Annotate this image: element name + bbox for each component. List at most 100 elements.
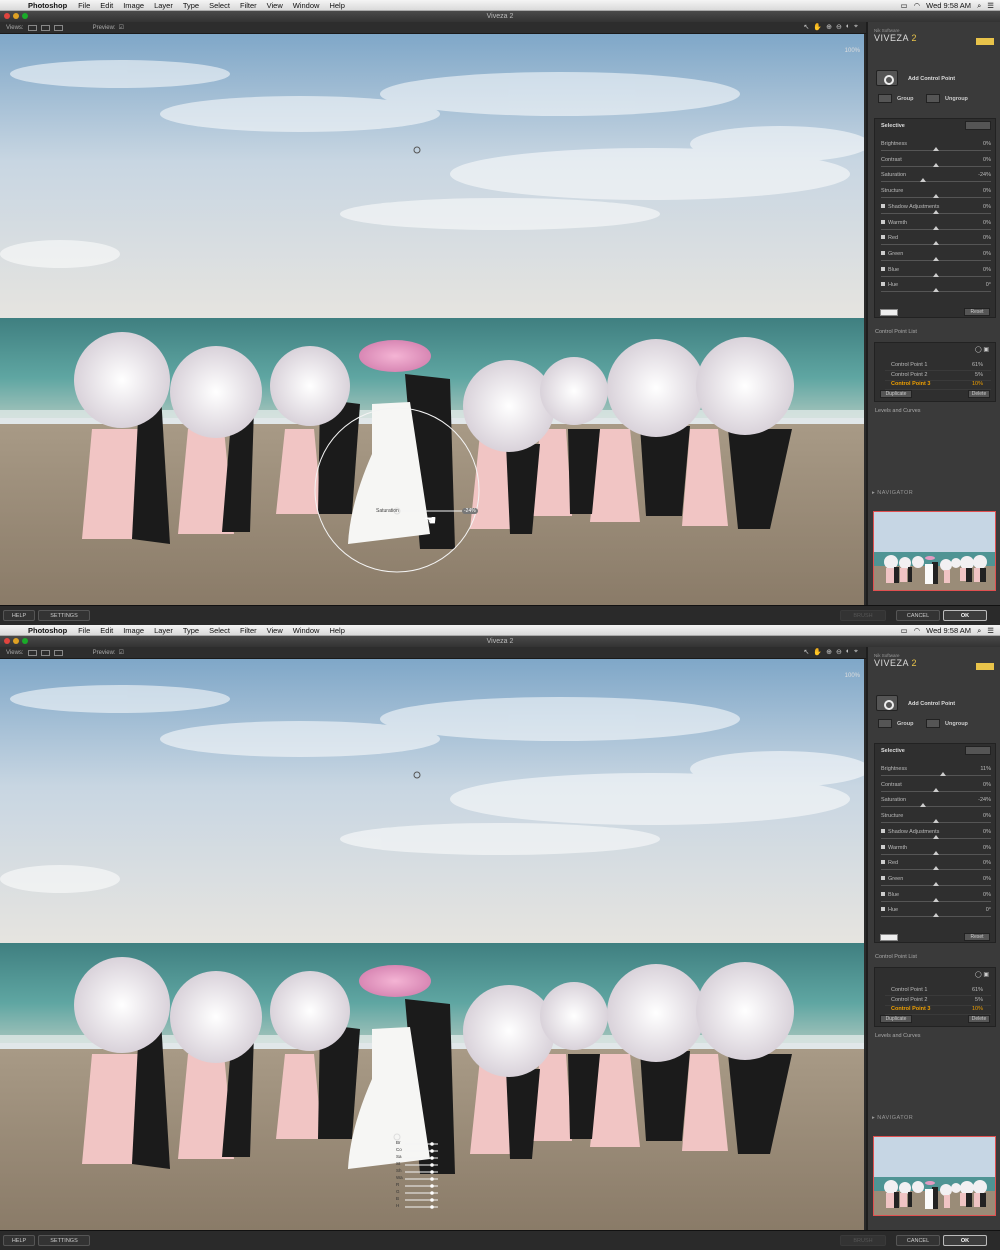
color-swatch[interactable] <box>880 934 898 941</box>
pointer-tool-icon[interactable]: ↖ <box>803 23 809 31</box>
single-view-icon[interactable] <box>27 24 37 31</box>
slider-thumb[interactable] <box>939 772 946 776</box>
slider-thumb[interactable] <box>933 162 939 167</box>
menu-file[interactable]: File <box>78 626 90 635</box>
slider-checkbox[interactable] <box>881 235 885 240</box>
slider-thumb[interactable] <box>933 209 939 214</box>
menu-window[interactable]: Window <box>293 1 320 10</box>
slider-thumb[interactable] <box>933 272 939 277</box>
control-point-row[interactable]: Control Point 2 5% <box>885 372 991 381</box>
loupe-icon[interactable]: ⌖ <box>854 648 858 656</box>
image-canvas[interactable]: 100% <box>0 659 864 1230</box>
selective-toggle[interactable] <box>965 746 991 755</box>
brush-button[interactable]: BRUSH <box>840 1235 886 1246</box>
slider-warmth[interactable]: Warmth 0% <box>881 844 991 861</box>
slider-checkbox[interactable] <box>881 844 885 849</box>
zoom-in-icon[interactable]: ⊕ <box>826 23 832 31</box>
menu-view[interactable]: View <box>267 626 283 635</box>
duplicate-button[interactable]: Duplicate <box>880 1015 912 1023</box>
slider-blue[interactable]: Blue 0% <box>881 266 991 283</box>
menu-edit[interactable]: Edit <box>100 626 113 635</box>
ungroup-button[interactable]: Ungroup <box>926 94 968 103</box>
menu-view[interactable]: View <box>267 1 283 10</box>
slider-hue[interactable]: Hue 0° <box>881 282 991 298</box>
group-button[interactable]: Group <box>878 719 914 728</box>
control-point-row[interactable]: Control Point 3 10% <box>885 381 991 390</box>
slider-checkbox[interactable] <box>881 282 885 287</box>
split-view-icon[interactable] <box>40 24 50 31</box>
wifi-icon[interactable]: ◠ <box>914 626 921 635</box>
menu-app-name[interactable]: Photoshop <box>28 1 67 10</box>
add-control-point-label[interactable]: Add Control Point <box>908 76 955 82</box>
zoom-window-icon[interactable] <box>22 13 28 19</box>
slider-structure[interactable]: Structure 0% <box>881 188 991 204</box>
slider-contrast[interactable]: Contrast 0% <box>881 782 991 798</box>
control-point-row[interactable]: Control Point 3 10% <box>885 1006 991 1015</box>
slider-saturation[interactable]: Saturation -24% <box>881 797 991 813</box>
slider-red[interactable]: Red 0% <box>881 235 991 251</box>
close-window-icon[interactable] <box>4 638 10 644</box>
slider-checkbox[interactable] <box>881 250 885 255</box>
menu-image[interactable]: Image <box>123 626 144 635</box>
add-control-point-button[interactable] <box>876 695 898 711</box>
menu-help[interactable]: Help <box>329 1 344 10</box>
ok-button[interactable]: OK <box>943 610 987 621</box>
menu-window[interactable]: Window <box>293 626 320 635</box>
image-canvas[interactable]: 100% <box>0 34 864 605</box>
slider-thumb[interactable] <box>933 194 939 199</box>
control-point-row[interactable]: Control Point 1 61% <box>885 362 991 371</box>
spotlight-icon[interactable]: ⌕ <box>977 626 981 636</box>
slider-thumb[interactable] <box>933 256 939 261</box>
selective-toggle[interactable] <box>965 121 991 130</box>
wifi-icon[interactable]: ◠ <box>914 1 921 10</box>
slider-thumb[interactable] <box>933 288 939 293</box>
slider-checkbox[interactable] <box>881 203 885 208</box>
slider-thumb[interactable] <box>933 834 939 839</box>
battery-icon[interactable]: ▭ <box>901 626 908 635</box>
ungroup-button[interactable]: Ungroup <box>926 719 968 728</box>
navigator-title[interactable]: ▸ NAVIGATOR <box>872 490 913 496</box>
menu-filter[interactable]: Filter <box>240 626 257 635</box>
menu-edit[interactable]: Edit <box>100 1 113 10</box>
slider-hue[interactable]: Hue 0° <box>881 907 991 923</box>
slider-checkbox[interactable] <box>881 860 885 865</box>
color-swatch[interactable] <box>880 309 898 316</box>
group-button[interactable]: Group <box>878 94 914 103</box>
loupe-icon[interactable]: ⌖ <box>854 23 858 31</box>
slider-track[interactable] <box>881 806 991 808</box>
single-view-icon[interactable] <box>27 649 37 656</box>
background-icon[interactable]: ◐ <box>846 23 850 31</box>
slider-checkbox[interactable] <box>881 907 885 912</box>
slider-thumb[interactable] <box>933 147 939 151</box>
side-by-side-icon[interactable] <box>53 24 63 31</box>
menu-type[interactable]: Type <box>183 1 199 10</box>
slider-thumb[interactable] <box>933 866 939 871</box>
control-point-list-title[interactable]: Control Point List <box>875 329 917 335</box>
menu-layer[interactable]: Layer <box>154 1 173 10</box>
overlay-slider-value[interactable]: -24% <box>462 508 478 514</box>
help-button[interactable]: HELP <box>3 1235 35 1246</box>
battery-icon[interactable]: ▭ <box>901 1 908 10</box>
delete-button[interactable]: Delete <box>968 390 990 398</box>
slider-warmth[interactable]: Warmth 0% <box>881 219 991 236</box>
settings-button[interactable]: SETTINGS <box>38 1235 90 1246</box>
preview-checkbox[interactable]: ☑ <box>119 24 124 31</box>
ok-button[interactable]: OK <box>943 1235 987 1246</box>
slider-thumb[interactable] <box>933 241 939 246</box>
navigator-title[interactable]: ▸ NAVIGATOR <box>872 1115 913 1121</box>
reset-button[interactable]: Reset <box>964 308 990 316</box>
reset-button[interactable]: Reset <box>964 933 990 941</box>
slider-shadow-adjustments[interactable]: Shadow Adjustments 0% <box>881 203 991 220</box>
slider-thumb[interactable] <box>933 881 939 886</box>
cancel-button[interactable]: CANCEL <box>896 610 940 621</box>
slider-checkbox[interactable] <box>881 891 885 896</box>
zoom-window-icon[interactable] <box>22 638 28 644</box>
notification-icon[interactable]: ☰ <box>987 1 994 10</box>
control-point-row[interactable]: Control Point 2 5% <box>885 997 991 1006</box>
control-point-list-title[interactable]: Control Point List <box>875 954 917 960</box>
notification-icon[interactable]: ☰ <box>987 626 994 635</box>
slider-brightness[interactable]: Brightness 11% <box>881 766 991 782</box>
hand-tool-icon[interactable]: ✋ <box>813 23 822 31</box>
minimize-window-icon[interactable] <box>13 13 19 19</box>
control-point-row[interactable]: Control Point 1 61% <box>885 987 991 996</box>
